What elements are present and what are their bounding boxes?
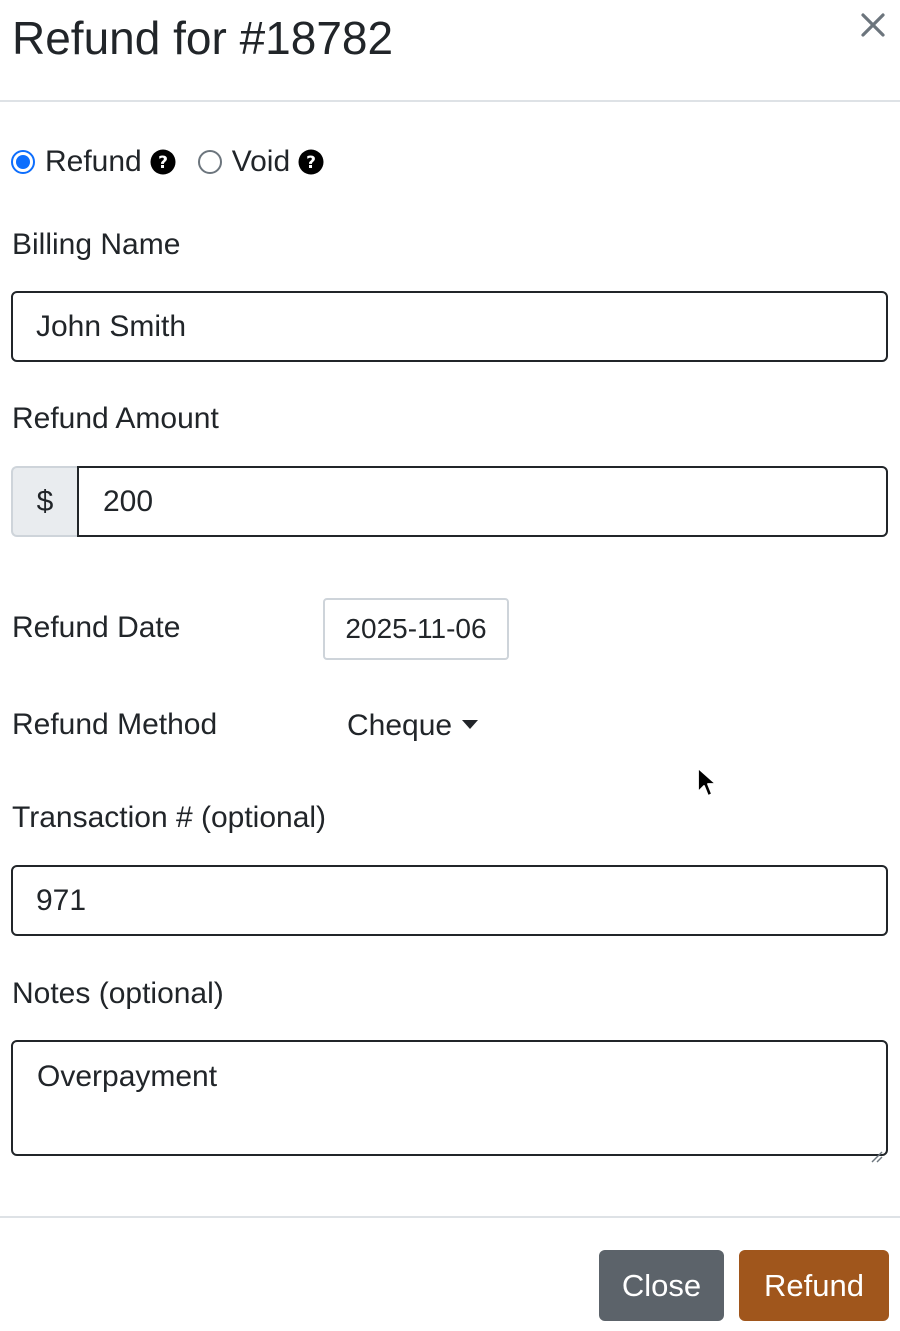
radio-option-refund[interactable]: Refund ? bbox=[11, 145, 176, 179]
caret-down-icon bbox=[462, 719, 479, 729]
refund-date-value: 2025-11-06 bbox=[345, 613, 487, 644]
refund-amount-label: Refund Amount bbox=[12, 402, 219, 435]
billing-name-input[interactable]: John Smith bbox=[11, 291, 888, 362]
radio-option-void[interactable]: Void ? bbox=[197, 145, 324, 179]
modal-footer: Close Refund bbox=[0, 1216, 900, 1331]
refund-modal: Refund for #18782 Refund ? Void ? Billin… bbox=[0, 0, 900, 1331]
refund-amount-value: 200 bbox=[103, 484, 154, 518]
svg-text:?: ? bbox=[158, 153, 168, 173]
modal-title: Refund for #18782 bbox=[12, 12, 394, 64]
transaction-input[interactable]: 971 bbox=[11, 865, 888, 936]
question-circle-icon[interactable]: ? bbox=[298, 149, 324, 175]
close-icon[interactable] bbox=[858, 10, 888, 40]
radio-refund-label[interactable]: Refund bbox=[45, 145, 142, 179]
notes-textarea[interactable]: Overpayment bbox=[11, 1040, 888, 1163]
refund-method-label: Refund Method bbox=[12, 708, 218, 741]
transaction-value: 971 bbox=[36, 883, 87, 917]
notes-label: Notes (optional) bbox=[12, 977, 224, 1010]
question-circle-icon[interactable]: ? bbox=[150, 149, 176, 175]
refund-date-label: Refund Date bbox=[12, 611, 181, 644]
refund-button[interactable]: Refund bbox=[739, 1250, 889, 1321]
refund-amount-input[interactable]: 200 bbox=[77, 466, 888, 537]
radio-refund[interactable] bbox=[11, 150, 35, 174]
billing-name-label: Billing Name bbox=[12, 228, 181, 261]
radio-void-label[interactable]: Void bbox=[232, 145, 290, 179]
close-button[interactable]: Close bbox=[599, 1250, 724, 1321]
billing-name-value: John Smith bbox=[36, 309, 187, 343]
refund-type-radio-group: Refund ? Void ? bbox=[11, 140, 346, 184]
svg-text:?: ? bbox=[306, 153, 316, 173]
modal-header: Refund for #18782 bbox=[0, 0, 900, 102]
refund-date-input[interactable]: 2025-11-06 bbox=[323, 598, 509, 660]
currency-addon: $ bbox=[11, 466, 77, 537]
transaction-label: Transaction # (optional) bbox=[12, 801, 327, 834]
refund-method-dropdown[interactable]: Cheque bbox=[347, 704, 479, 748]
radio-void[interactable] bbox=[197, 150, 222, 174]
notes-value: Overpayment bbox=[37, 1060, 218, 1093]
resize-handle-icon[interactable] bbox=[869, 1137, 883, 1163]
refund-amount-input-group: $ 200 bbox=[11, 466, 888, 537]
refund-method-selected: Cheque bbox=[347, 709, 453, 742]
mouse-pointer-icon bbox=[696, 766, 718, 802]
